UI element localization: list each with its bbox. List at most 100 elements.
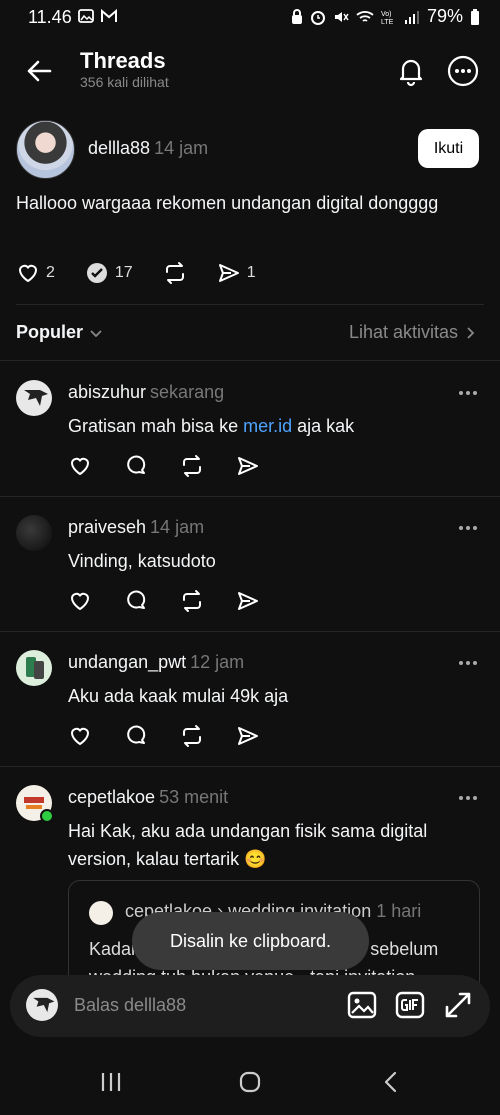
chevron-down-icon bbox=[90, 329, 102, 337]
avatar[interactable] bbox=[16, 380, 52, 416]
chevron-right-icon bbox=[467, 326, 475, 339]
divider bbox=[0, 631, 500, 632]
repost-icon[interactable] bbox=[180, 589, 204, 613]
comment-time: 14 jam bbox=[150, 517, 205, 537]
reply-bubble-icon[interactable] bbox=[124, 454, 148, 478]
comment-link[interactable]: mer.id bbox=[243, 416, 292, 436]
avatar[interactable] bbox=[16, 650, 52, 686]
repost-button[interactable] bbox=[163, 261, 187, 285]
heart-icon[interactable] bbox=[68, 454, 92, 478]
back-arrow-icon[interactable] bbox=[24, 56, 54, 86]
repost-icon[interactable] bbox=[180, 454, 204, 478]
sort-dropdown[interactable]: Populer bbox=[16, 322, 103, 343]
reply-bubble-icon[interactable] bbox=[124, 589, 148, 613]
post-text: Hallooo wargaaa rekomen undangan digital… bbox=[16, 193, 439, 213]
alarm-icon bbox=[310, 10, 325, 25]
reply-input[interactable]: Balas dellla88 bbox=[74, 995, 186, 1016]
post-username[interactable]: dellla88 bbox=[88, 138, 150, 158]
avatar-art-icon bbox=[24, 390, 48, 406]
battery-percent: 79% bbox=[426, 6, 463, 26]
gmail-icon bbox=[101, 8, 117, 22]
back-icon[interactable] bbox=[380, 1070, 402, 1094]
comment-button[interactable]: 17 bbox=[85, 261, 133, 285]
view-activity-link[interactable]: Lihat aktivitas bbox=[349, 322, 476, 343]
heart-icon[interactable] bbox=[68, 724, 92, 748]
comment-count: 17 bbox=[114, 264, 133, 281]
comment-more-icon[interactable] bbox=[458, 795, 478, 801]
divider bbox=[0, 496, 500, 497]
comment-more-icon[interactable] bbox=[458, 390, 478, 396]
avatar bbox=[26, 989, 58, 1021]
post-actions: 2 17 1 bbox=[16, 261, 286, 285]
status-bar: 11.46 Vo) LTE 79% bbox=[0, 0, 500, 36]
signal-icon bbox=[404, 10, 419, 24]
image-icon[interactable] bbox=[346, 989, 378, 1021]
comment-more-icon[interactable] bbox=[458, 525, 478, 531]
avatar[interactable] bbox=[16, 120, 75, 179]
send-icon[interactable] bbox=[236, 724, 260, 748]
home-icon[interactable] bbox=[238, 1070, 262, 1094]
send-icon bbox=[218, 264, 239, 282]
comment-actions bbox=[68, 589, 260, 613]
system-nav-bar bbox=[0, 1050, 500, 1115]
divider bbox=[0, 766, 500, 767]
comment-text: Aku ada kaak mulai 49k aja bbox=[68, 686, 289, 706]
heart-icon bbox=[18, 264, 38, 283]
wifi-icon bbox=[356, 10, 374, 22]
comment-username[interactable]: praiveseh bbox=[68, 517, 146, 537]
page-title: Threads bbox=[80, 48, 166, 73]
comment-check-icon bbox=[86, 263, 107, 283]
toast-message: Disalin ke clipboard. bbox=[132, 912, 369, 970]
avatar-art-icon bbox=[33, 997, 55, 1013]
post-time: 14 jam bbox=[154, 138, 209, 158]
send-icon[interactable] bbox=[236, 454, 260, 478]
comment-actions bbox=[68, 724, 260, 748]
comment-username[interactable]: abiszuhur bbox=[68, 382, 146, 402]
avatar[interactable] bbox=[16, 515, 52, 551]
comment-text: Vinding, katsudoto bbox=[68, 551, 216, 571]
like-button[interactable]: 2 bbox=[16, 261, 55, 285]
bell-icon[interactable] bbox=[394, 54, 428, 88]
like-count: 2 bbox=[46, 264, 55, 281]
repost-icon bbox=[165, 262, 184, 284]
activity-label: Lihat aktivitas bbox=[348, 322, 458, 342]
mute-icon bbox=[334, 11, 349, 22]
comment-username[interactable]: cepetlakoe bbox=[68, 787, 155, 807]
repost-icon[interactable] bbox=[180, 724, 204, 748]
svg-text:LTE: LTE bbox=[381, 19, 394, 25]
lock-icon bbox=[291, 8, 302, 24]
avatar bbox=[89, 901, 113, 925]
online-status-icon bbox=[40, 809, 54, 823]
comment-time: 53 menit bbox=[159, 787, 229, 807]
comment-text: Gratisan mah bisa ke mer.id aja kak bbox=[68, 416, 355, 436]
avatar-phone-icon bbox=[26, 657, 44, 679]
comment-text: Hai Kak, aku ada undangan fisik sama dig… bbox=[68, 821, 428, 869]
reply-bubble-icon[interactable] bbox=[124, 724, 148, 748]
gallery-icon bbox=[78, 9, 94, 23]
view-count: 356 kali dilihat bbox=[80, 74, 169, 90]
follow-button[interactable]: Ikuti bbox=[418, 129, 479, 168]
battery-icon bbox=[471, 8, 479, 25]
divider bbox=[0, 360, 500, 361]
share-count: 1 bbox=[246, 264, 256, 281]
status-time: 11.46 bbox=[28, 7, 72, 27]
comment-time: sekarang bbox=[150, 382, 225, 402]
send-icon[interactable] bbox=[236, 589, 260, 613]
comment-time: 12 jam bbox=[190, 652, 245, 672]
volte-icon: Vo)LTE bbox=[381, 11, 394, 25]
heart-icon[interactable] bbox=[68, 589, 92, 613]
comment-more-icon[interactable] bbox=[458, 660, 478, 666]
gif-icon[interactable] bbox=[394, 989, 426, 1021]
recent-apps-icon[interactable] bbox=[100, 1070, 122, 1094]
more-options-icon[interactable] bbox=[446, 54, 480, 88]
top-bar: Threads 356 kali dilihat bbox=[0, 36, 500, 106]
divider bbox=[16, 304, 484, 305]
sort-label: Populer bbox=[16, 322, 84, 342]
quoted-time: 1 hari bbox=[376, 901, 422, 921]
svg-text:Vo): Vo) bbox=[381, 11, 392, 18]
share-button[interactable]: 1 bbox=[217, 261, 256, 285]
reply-bar[interactable]: Balas dellla88 bbox=[10, 975, 490, 1037]
comment-username[interactable]: undangan_pwt bbox=[68, 652, 186, 672]
expand-icon[interactable] bbox=[442, 989, 474, 1021]
comment-actions bbox=[68, 454, 260, 478]
